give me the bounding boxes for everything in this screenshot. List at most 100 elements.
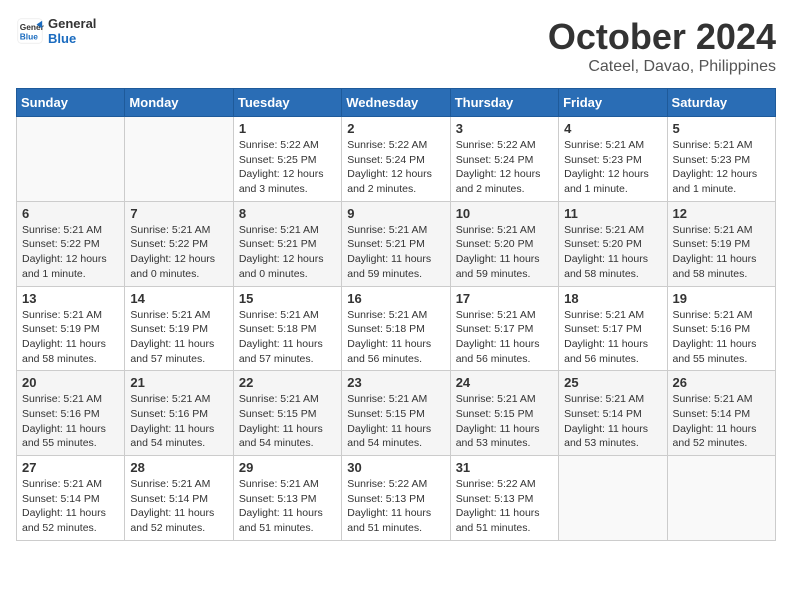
- day-number: 10: [456, 206, 553, 221]
- day-info: Sunrise: 5:21 AM Sunset: 5:22 PM Dayligh…: [130, 223, 227, 282]
- day-info: Sunrise: 5:21 AM Sunset: 5:21 PM Dayligh…: [347, 223, 444, 282]
- day-header-tuesday: Tuesday: [233, 89, 341, 117]
- day-info: Sunrise: 5:22 AM Sunset: 5:13 PM Dayligh…: [347, 477, 444, 536]
- calendar-cell: 7 Sunrise: 5:21 AM Sunset: 5:22 PM Daylig…: [125, 201, 233, 286]
- calendar-cell: 15 Sunrise: 5:21 AM Sunset: 5:18 PM Dayli…: [233, 286, 341, 371]
- day-number: 11: [564, 206, 661, 221]
- day-info: Sunrise: 5:21 AM Sunset: 5:23 PM Dayligh…: [673, 138, 770, 197]
- day-info: Sunrise: 5:21 AM Sunset: 5:19 PM Dayligh…: [673, 223, 770, 282]
- day-info: Sunrise: 5:21 AM Sunset: 5:15 PM Dayligh…: [239, 392, 336, 451]
- calendar-cell: 5 Sunrise: 5:21 AM Sunset: 5:23 PM Daylig…: [667, 117, 775, 202]
- day-info: Sunrise: 5:21 AM Sunset: 5:18 PM Dayligh…: [347, 308, 444, 367]
- calendar-week-row: 1Sunrise: 5:22 AM Sunset: 5:25 PM Daylig…: [17, 117, 776, 202]
- calendar-cell: 9 Sunrise: 5:21 AM Sunset: 5:21 PM Daylig…: [342, 201, 450, 286]
- calendar-cell: 27Sunrise: 5:21 AM Sunset: 5:14 PM Dayli…: [17, 456, 125, 541]
- day-number: 18: [564, 291, 661, 306]
- day-number: 15: [239, 291, 336, 306]
- calendar-cell: [667, 456, 775, 541]
- day-info: Sunrise: 5:21 AM Sunset: 5:18 PM Dayligh…: [239, 308, 336, 367]
- day-number: 28: [130, 460, 227, 475]
- calendar-cell: 28 Sunrise: 5:21 AM Sunset: 5:14 PM Dayli…: [125, 456, 233, 541]
- calendar-cell: 30 Sunrise: 5:22 AM Sunset: 5:13 PM Dayli…: [342, 456, 450, 541]
- location-title: Cateel, Davao, Philippines: [548, 58, 776, 76]
- day-number: 21: [130, 375, 227, 390]
- calendar-week-row: 20 Sunrise: 5:21 AM Sunset: 5:16 PM Dayli…: [17, 371, 776, 456]
- day-number: 29: [239, 460, 336, 475]
- calendar-cell: [17, 117, 125, 202]
- day-number: 3: [456, 121, 553, 136]
- day-info: Sunrise: 5:22 AM Sunset: 5:25 PM Dayligh…: [239, 138, 336, 197]
- title-section: October 2024 Cateel, Davao, Philippines: [548, 16, 776, 76]
- day-number: 16: [347, 291, 444, 306]
- calendar-week-row: 27 Sunrise: 5:21 AM Sunset: 5:14 PM Dayli…: [17, 456, 776, 541]
- calendar-cell: 19Sunrise: 5:21 AM Sunset: 5:16 PM Dayli…: [667, 286, 775, 371]
- day-info: Sunrise: 5:21 AM Sunset: 5:14 PM Dayligh…: [673, 392, 770, 451]
- calendar-cell: 22 Sunrise: 5:21 AM Sunset: 5:15 PM Dayli…: [233, 371, 341, 456]
- calendar-cell: 31 Sunrise: 5:22 AM Sunset: 5:13 PM Dayli…: [450, 456, 558, 541]
- day-header-friday: Friday: [559, 89, 667, 117]
- day-header-sunday: Sunday: [17, 89, 125, 117]
- day-number: 8: [239, 206, 336, 221]
- logo-blue: Blue: [48, 31, 96, 46]
- calendar-cell: 17 Sunrise: 5:21 AM Sunset: 5:17 PM Dayli…: [450, 286, 558, 371]
- calendar-cell: 29 Sunrise: 5:21 AM Sunset: 5:13 PM Dayli…: [233, 456, 341, 541]
- day-number: 20: [22, 375, 119, 390]
- day-info: Sunrise: 5:21 AM Sunset: 5:16 PM Dayligh…: [22, 392, 119, 451]
- calendar-cell: 21Sunrise: 5:21 AM Sunset: 5:16 PM Dayli…: [125, 371, 233, 456]
- day-number: 31: [456, 460, 553, 475]
- day-number: 7: [130, 206, 227, 221]
- calendar-cell: 3 Sunrise: 5:22 AM Sunset: 5:24 PM Daylig…: [450, 117, 558, 202]
- day-info: Sunrise: 5:21 AM Sunset: 5:23 PM Dayligh…: [564, 138, 661, 197]
- day-number: 12: [673, 206, 770, 221]
- day-info: Sunrise: 5:22 AM Sunset: 5:24 PM Dayligh…: [347, 138, 444, 197]
- calendar-cell: 8 Sunrise: 5:21 AM Sunset: 5:21 PM Daylig…: [233, 201, 341, 286]
- calendar-cell: 11Sunrise: 5:21 AM Sunset: 5:20 PM Dayli…: [559, 201, 667, 286]
- month-title: October 2024: [548, 16, 776, 58]
- day-number: 4: [564, 121, 661, 136]
- day-number: 22: [239, 375, 336, 390]
- day-info: Sunrise: 5:21 AM Sunset: 5:14 PM Dayligh…: [130, 477, 227, 536]
- logo-icon: General Blue: [16, 17, 44, 45]
- calendar-cell: 2Sunrise: 5:22 AM Sunset: 5:24 PM Daylig…: [342, 117, 450, 202]
- calendar-cell: 12 Sunrise: 5:21 AM Sunset: 5:19 PM Dayli…: [667, 201, 775, 286]
- logo: General Blue General Blue: [16, 16, 96, 46]
- day-number: 9: [347, 206, 444, 221]
- calendar-cell: 10 Sunrise: 5:21 AM Sunset: 5:20 PM Dayli…: [450, 201, 558, 286]
- day-number: 30: [347, 460, 444, 475]
- day-info: Sunrise: 5:21 AM Sunset: 5:17 PM Dayligh…: [456, 308, 553, 367]
- day-header-saturday: Saturday: [667, 89, 775, 117]
- page-header: General Blue General Blue October 2024 C…: [16, 16, 776, 76]
- day-info: Sunrise: 5:21 AM Sunset: 5:17 PM Dayligh…: [564, 308, 661, 367]
- day-header-wednesday: Wednesday: [342, 89, 450, 117]
- day-number: 25: [564, 375, 661, 390]
- day-info: Sunrise: 5:21 AM Sunset: 5:20 PM Dayligh…: [456, 223, 553, 282]
- calendar-cell: 24Sunrise: 5:21 AM Sunset: 5:15 PM Dayli…: [450, 371, 558, 456]
- calendar-cell: 1Sunrise: 5:22 AM Sunset: 5:25 PM Daylig…: [233, 117, 341, 202]
- day-number: 23: [347, 375, 444, 390]
- day-info: Sunrise: 5:22 AM Sunset: 5:24 PM Dayligh…: [456, 138, 553, 197]
- svg-text:Blue: Blue: [20, 31, 38, 41]
- calendar-cell: 14Sunrise: 5:21 AM Sunset: 5:19 PM Dayli…: [125, 286, 233, 371]
- day-number: 27: [22, 460, 119, 475]
- calendar-cell: 13Sunrise: 5:21 AM Sunset: 5:19 PM Dayli…: [17, 286, 125, 371]
- day-number: 6: [22, 206, 119, 221]
- day-info: Sunrise: 5:21 AM Sunset: 5:21 PM Dayligh…: [239, 223, 336, 282]
- calendar-table: SundayMondayTuesdayWednesdayThursdayFrid…: [16, 88, 776, 541]
- day-number: 17: [456, 291, 553, 306]
- day-number: 19: [673, 291, 770, 306]
- calendar-cell: 26Sunrise: 5:21 AM Sunset: 5:14 PM Dayli…: [667, 371, 775, 456]
- calendar-cell: 6 Sunrise: 5:21 AM Sunset: 5:22 PM Daylig…: [17, 201, 125, 286]
- calendar-week-row: 13Sunrise: 5:21 AM Sunset: 5:19 PM Dayli…: [17, 286, 776, 371]
- calendar-cell: 16 Sunrise: 5:21 AM Sunset: 5:18 PM Dayli…: [342, 286, 450, 371]
- day-info: Sunrise: 5:21 AM Sunset: 5:22 PM Dayligh…: [22, 223, 119, 282]
- day-header-thursday: Thursday: [450, 89, 558, 117]
- day-info: Sunrise: 5:21 AM Sunset: 5:13 PM Dayligh…: [239, 477, 336, 536]
- day-info: Sunrise: 5:21 AM Sunset: 5:19 PM Dayligh…: [130, 308, 227, 367]
- calendar-cell: 4 Sunrise: 5:21 AM Sunset: 5:23 PM Daylig…: [559, 117, 667, 202]
- day-info: Sunrise: 5:21 AM Sunset: 5:15 PM Dayligh…: [456, 392, 553, 451]
- logo-general: General: [48, 16, 96, 31]
- calendar-week-row: 6 Sunrise: 5:21 AM Sunset: 5:22 PM Daylig…: [17, 201, 776, 286]
- day-number: 5: [673, 121, 770, 136]
- calendar-cell: 18 Sunrise: 5:21 AM Sunset: 5:17 PM Dayli…: [559, 286, 667, 371]
- day-info: Sunrise: 5:22 AM Sunset: 5:13 PM Dayligh…: [456, 477, 553, 536]
